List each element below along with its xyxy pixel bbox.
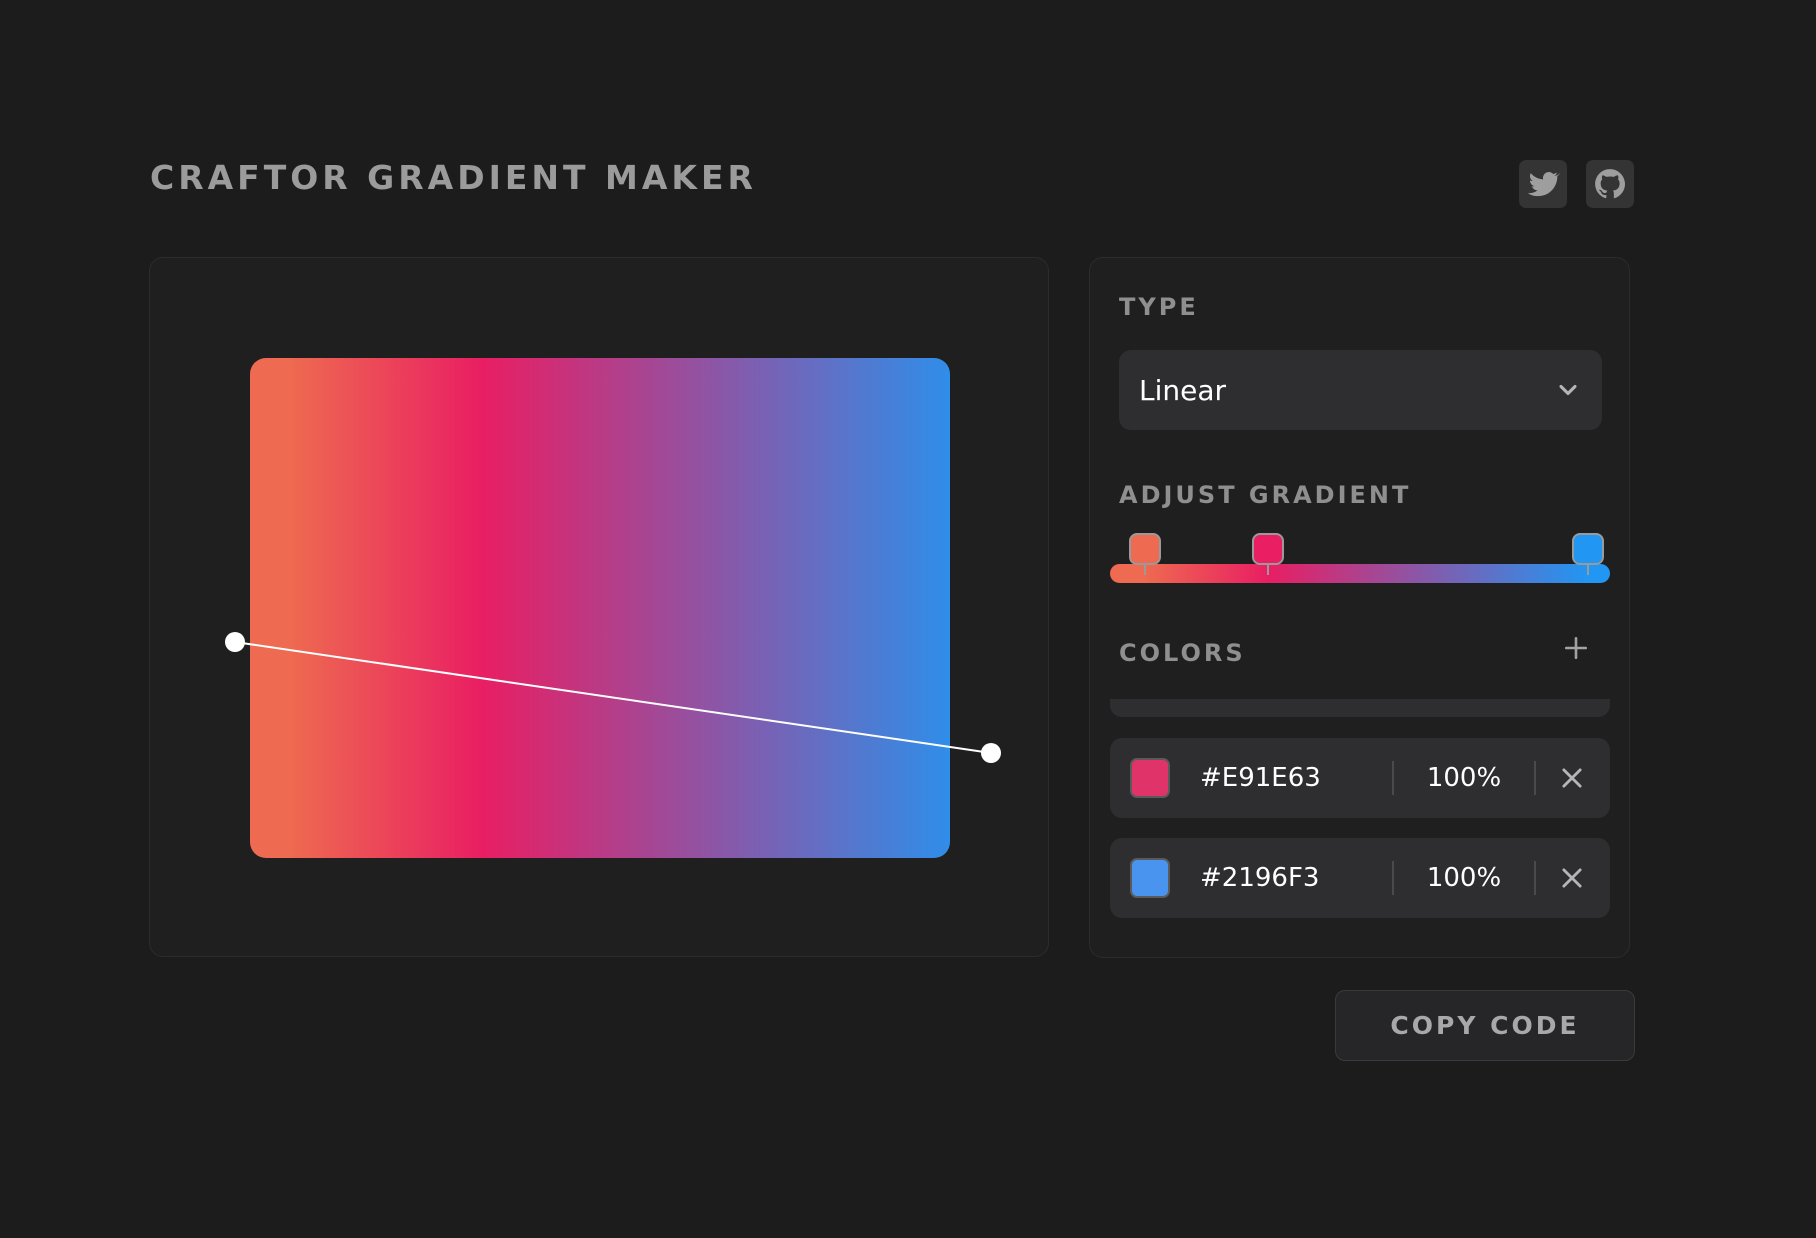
type-label: TYPE — [1119, 293, 1199, 321]
github-link[interactable] — [1586, 160, 1634, 208]
gradient-preview-panel — [149, 257, 1049, 957]
adjust-gradient-label: ADJUST GRADIENT — [1119, 481, 1412, 509]
plus-icon — [1564, 636, 1588, 660]
color-hex-value[interactable]: #E91E63 — [1200, 738, 1321, 818]
github-icon — [1595, 169, 1626, 199]
remove-color-button[interactable] — [1558, 864, 1586, 892]
gradient-start-handle[interactable] — [225, 632, 245, 652]
gradient-preview-canvas — [225, 358, 1001, 858]
gradient-track[interactable] — [1110, 564, 1610, 583]
color-row: #2196F3 100% — [1110, 838, 1610, 918]
divider — [1534, 761, 1536, 795]
gradient-preview — [250, 358, 950, 858]
gradient-stop-editor — [1110, 533, 1610, 583]
gradient-end-handle[interactable] — [981, 743, 1001, 763]
color-list-scroll-edge — [1110, 699, 1610, 717]
controls-panel: TYPE Linear ADJUST GRADIENT COLORS #E91E… — [1089, 257, 1630, 958]
gradient-type-select[interactable]: Linear — [1119, 350, 1602, 430]
twitter-icon — [1527, 172, 1560, 197]
chevron-down-icon — [1559, 384, 1577, 396]
gradient-type-value: Linear — [1139, 373, 1227, 407]
color-opacity-value[interactable]: 100% — [1394, 838, 1534, 918]
colors-label: COLORS — [1119, 639, 1246, 667]
color-swatch[interactable] — [1130, 758, 1170, 798]
add-color-button[interactable] — [1559, 631, 1593, 665]
gradient-stop-handle[interactable] — [1129, 533, 1161, 575]
gradient-maker-app: CRAFTOR GRADIENT MAKER TYPE Linear ADJUS… — [0, 0, 1816, 1238]
gradient-stop-handle[interactable] — [1571, 533, 1604, 575]
app-title: CRAFTOR GRADIENT MAKER — [150, 158, 757, 197]
gradient-stop-handle[interactable] — [1251, 533, 1284, 575]
twitter-link[interactable] — [1519, 160, 1567, 208]
color-opacity-value[interactable]: 100% — [1394, 738, 1534, 818]
color-swatch[interactable] — [1130, 858, 1170, 898]
remove-color-button[interactable] — [1558, 764, 1586, 792]
divider — [1534, 861, 1536, 895]
copy-code-button[interactable]: COPY CODE — [1335, 990, 1635, 1061]
color-row: #E91E63 100% — [1110, 738, 1610, 818]
color-hex-value[interactable]: #2196F3 — [1200, 838, 1319, 918]
